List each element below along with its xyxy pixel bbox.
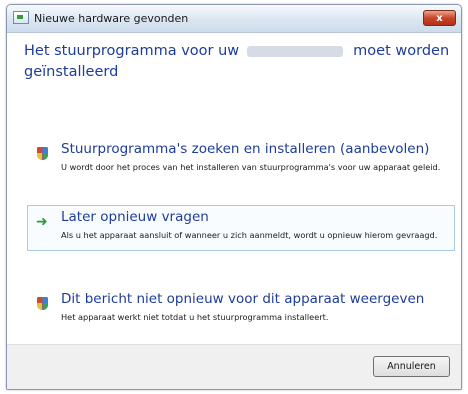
- shield-icon: [37, 147, 48, 160]
- option-ask-later[interactable]: ➜ Later opnieuw vragen Als u het apparaa…: [27, 205, 455, 251]
- window-title: Nieuwe hardware gevonden: [34, 12, 189, 25]
- title-bar[interactable]: Nieuwe hardware gevonden x: [7, 5, 461, 33]
- option-description: Als u het apparaat aansluit of wanneer u…: [61, 230, 438, 240]
- redacted-device-name: [247, 45, 344, 57]
- option-dont-show-again[interactable]: Dit bericht niet opnieuw voor dit appara…: [27, 287, 455, 333]
- close-icon: x: [436, 13, 443, 24]
- option-title: Later opnieuw vragen: [61, 209, 209, 225]
- heading-prefix: Het stuurprogramma voor uw: [24, 43, 240, 59]
- hardware-icon: [13, 11, 29, 24]
- option-title: Dit bericht niet opnieuw voor dit appara…: [61, 291, 425, 307]
- dialog-footer: Annuleren: [7, 344, 461, 389]
- dialog-window: Nieuwe hardware gevonden x Het stuurprog…: [6, 4, 462, 390]
- cancel-button[interactable]: Annuleren: [373, 356, 450, 377]
- close-button[interactable]: x: [423, 10, 456, 26]
- option-title: Stuurprogramma's zoeken en installeren (…: [61, 141, 430, 157]
- option-description: U wordt door het proces van het installe…: [61, 162, 441, 172]
- option-search-install[interactable]: Stuurprogramma's zoeken en installeren (…: [27, 137, 455, 183]
- option-description: Het apparaat werkt niet totdat u het stu…: [61, 312, 329, 322]
- dialog-content: Het stuurprogramma voor uw moet worden ge…: [7, 33, 461, 345]
- page-title: Het stuurprogramma voor uw moet worden ge…: [24, 41, 454, 83]
- arrow-right-icon: ➜: [36, 214, 48, 230]
- shield-icon: [37, 297, 48, 310]
